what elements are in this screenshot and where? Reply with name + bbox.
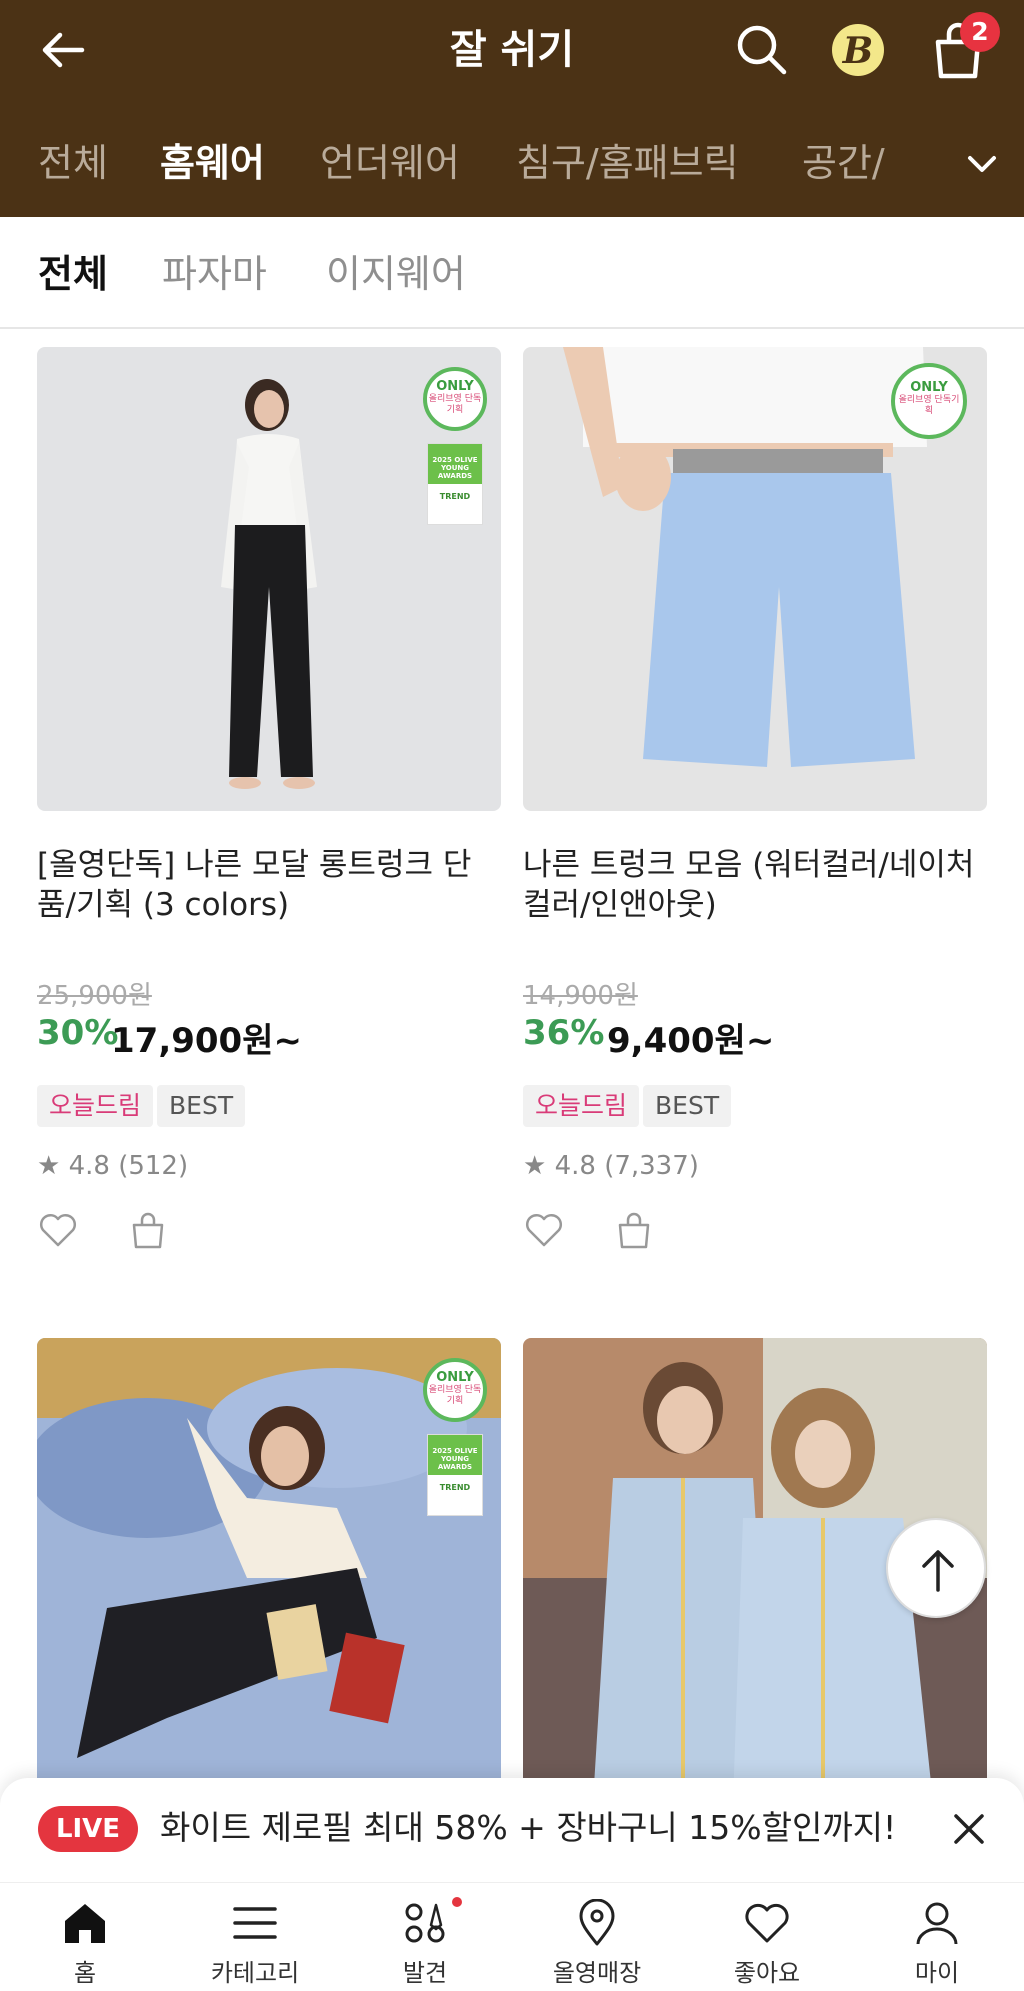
rating-value: 4.8 (512) <box>68 1151 189 1181</box>
nav-label: 올영매장 <box>552 1959 642 1987</box>
cart-button[interactable]: 2 <box>928 12 1000 82</box>
points-button[interactable]: B <box>828 20 888 80</box>
nav-store[interactable]: 올영매장 <box>512 1883 682 1991</box>
arrow-left-icon <box>42 32 85 68</box>
tag-best: BEST <box>643 1085 732 1127</box>
b-brand-icon: B <box>832 24 884 76</box>
nav-discover[interactable]: 발견 <box>340 1883 510 1991</box>
nav-likes[interactable]: 좋아요 <box>682 1883 852 1991</box>
close-icon <box>954 1814 984 1844</box>
app-header: 잘 쉬기 B 2 전체 홈웨어 언더웨어 침구/홈패브릭 공간/ <box>0 0 1024 217</box>
nav-label: 좋아요 <box>733 1959 801 1987</box>
subtab-all[interactable]: 전체 <box>38 247 108 301</box>
close-banner-button[interactable] <box>944 1804 994 1854</box>
home-icon <box>65 1904 105 1943</box>
nav-label: 카테고리 <box>210 1959 300 1987</box>
only-badge: ONLY 올리브영 단독기획 <box>423 1358 487 1422</box>
rating-value: 4.8 (7,337) <box>554 1151 699 1181</box>
like-button[interactable] <box>523 1209 565 1251</box>
search-icon <box>737 25 787 75</box>
star-icon: ★ <box>523 1151 547 1181</box>
expand-categories-button[interactable] <box>940 118 1024 208</box>
bottom-navigation: 홈 카테고리 발견 올영매장 좋아요 마이 <box>0 1882 1024 1991</box>
heart-icon <box>745 1903 789 1943</box>
subtab-easywear[interactable]: 이지웨어 <box>326 247 466 301</box>
location-pin-icon <box>579 1899 615 1946</box>
heart-outline-icon <box>40 1214 76 1247</box>
nav-label: 발견 <box>402 1959 448 1987</box>
discount-rate: 36% <box>523 1013 605 1053</box>
add-to-cart-button[interactable] <box>613 1209 655 1251</box>
tabs-fade <box>880 118 940 208</box>
rating: ★ 4.8 (7,337) <box>523 1151 699 1181</box>
add-to-cart-button[interactable] <box>127 1209 169 1251</box>
scroll-to-top-button[interactable] <box>886 1518 986 1618</box>
tab-space[interactable]: 공간/ <box>802 130 885 196</box>
product-image[interactable]: ONLY 올리브영 단독기획 2025 OLIVE YOUNG AWARDS T… <box>37 1338 501 1802</box>
nav-my[interactable]: 마이 <box>852 1883 1022 1991</box>
product-name[interactable]: [올영단독] 나른 모달 롱트렁크 단품/기획 (3 colors) <box>37 845 501 925</box>
tag-best: BEST <box>157 1085 246 1127</box>
tab-all[interactable]: 전체 <box>38 130 108 196</box>
search-button[interactable] <box>732 20 790 78</box>
product-image[interactable]: ONLY 올리브영 단독기획 <box>523 347 987 811</box>
live-badge: LIVE <box>38 1806 138 1852</box>
sub-tabs: 전체 파자마 이지웨어 <box>0 217 1024 329</box>
heart-outline-icon <box>526 1214 562 1247</box>
back-button[interactable] <box>36 22 92 78</box>
discount-rate: 30% <box>37 1013 119 1053</box>
sale-price: 17,900원~ <box>111 1021 302 1061</box>
top-bar: 잘 쉬기 B 2 <box>0 0 1024 100</box>
arrow-up-icon <box>922 1550 954 1592</box>
category-tabs: 전체 홈웨어 언더웨어 침구/홈패브릭 공간/ <box>0 130 1024 200</box>
only-badge: ONLY 올리브영 단독기획 <box>423 367 487 431</box>
person-icon <box>916 1902 958 1945</box>
tab-homewear[interactable]: 홈웨어 <box>160 130 265 196</box>
live-banner[interactable]: LIVE 화이트 제로필 최대 58% + 장바구니 15%할인까지! <box>0 1778 1024 1882</box>
tag-today-delivery: 오늘드림 <box>523 1085 640 1127</box>
discover-icon <box>405 1903 445 1943</box>
only-badge: ONLY 올리브영 단독기획 <box>891 363 967 439</box>
subtab-pajama[interactable]: 파자마 <box>162 247 267 301</box>
tag-today-delivery: 오늘드림 <box>37 1085 154 1127</box>
star-icon: ★ <box>37 1151 61 1181</box>
tab-underwear[interactable]: 언더웨어 <box>320 130 460 196</box>
nav-label: 홈 <box>73 1959 97 1987</box>
rating: ★ 4.8 (512) <box>37 1151 188 1181</box>
chevron-down-icon <box>968 156 996 172</box>
nav-home[interactable]: 홈 <box>0 1883 170 1991</box>
sale-price: 9,400원~ <box>607 1021 775 1061</box>
award-badge: 2025 OLIVE YOUNG AWARDS TREND <box>427 443 483 525</box>
tab-bedding[interactable]: 침구/홈패브릭 <box>516 130 739 196</box>
like-button[interactable] <box>37 1209 79 1251</box>
svg-text:B: B <box>842 30 873 72</box>
original-price: 25,900원 <box>37 981 152 1011</box>
cart-count-badge: 2 <box>960 12 1000 52</box>
shopping-bag-icon <box>618 1212 650 1249</box>
notification-dot <box>452 1897 462 1907</box>
shopping-bag-icon <box>132 1212 164 1249</box>
nav-label: 마이 <box>914 1959 960 1987</box>
award-badge: 2025 OLIVE YOUNG AWARDS TREND <box>427 1434 483 1516</box>
live-banner-text[interactable]: 화이트 제로필 최대 58% + 장바구니 15%할인까지! <box>160 1804 896 1852</box>
product-image[interactable]: ONLY 올리브영 단독기획 2025 OLIVE YOUNG AWARDS T… <box>37 347 501 811</box>
nav-category[interactable]: 카테고리 <box>170 1883 340 1991</box>
product-name[interactable]: 나른 트렁크 모음 (워터컬러/네이처컬러/인앤아웃) <box>523 845 987 925</box>
menu-icon <box>233 1907 277 1939</box>
original-price: 14,900원 <box>523 981 638 1011</box>
